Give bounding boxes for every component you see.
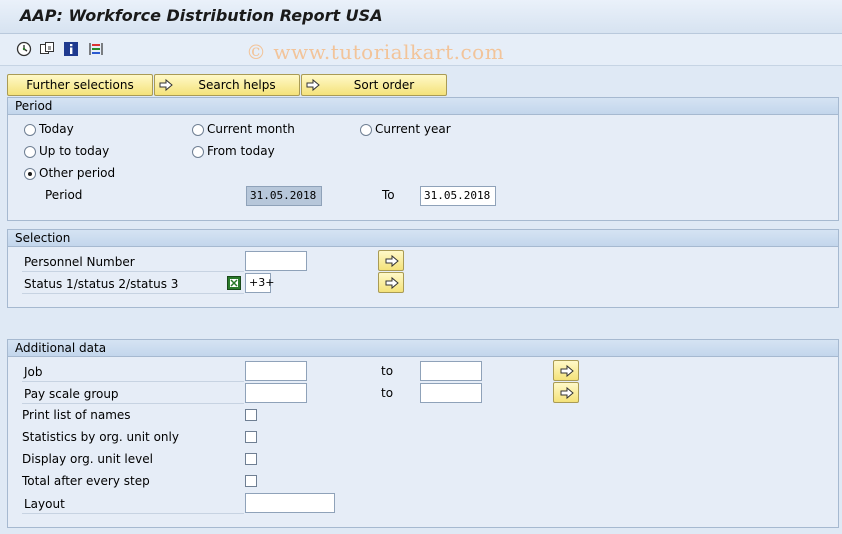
selection-group: Selection Personnel Number Status 1/stat… (7, 229, 839, 308)
arrow-right-icon (159, 78, 173, 92)
period-group-header: Period (8, 98, 838, 115)
info-icon[interactable] (63, 41, 79, 57)
layout-field[interactable] (245, 493, 335, 513)
window-title: AAP: Workforce Distribution Report USA (20, 6, 383, 25)
period-to-label: To (382, 188, 395, 202)
layout-label: Layout (24, 497, 65, 511)
up-to-today-radio[interactable] (24, 146, 36, 158)
additional-data-group: Additional data Job to Pay scale group t… (7, 339, 839, 528)
status-row: Status 1/status 2/status 3 (22, 274, 244, 294)
pay-scale-to-field[interactable] (420, 383, 482, 403)
job-to-label: to (381, 364, 394, 378)
application-toolbar: © www.tutorialkart.com (0, 34, 842, 66)
up-to-today-label: Up to today (39, 144, 110, 158)
personnel-multiple-selection-button[interactable] (378, 250, 404, 271)
selection-group-header: Selection (8, 230, 838, 247)
get-variant-icon[interactable] (39, 41, 55, 57)
arrow-right-icon (385, 254, 399, 268)
display-org-checkbox[interactable] (245, 453, 257, 465)
period-to-field[interactable]: 31.05.2018 (420, 186, 496, 206)
pay-scale-label: Pay scale group (24, 387, 119, 401)
selection-option-icon[interactable] (227, 276, 241, 290)
print-list-checkbox[interactable] (245, 409, 257, 421)
layout-row: Layout (22, 494, 244, 514)
period-from-field[interactable]: 31.05.2018 (246, 186, 322, 206)
search-helps-label: Search helps (198, 78, 276, 92)
today-label: Today (39, 122, 74, 136)
job-label: Job (24, 365, 43, 379)
today-radio[interactable] (24, 124, 36, 136)
arrow-right-icon (560, 364, 574, 378)
current-month-label: Current month (207, 122, 295, 136)
pay-scale-from-field[interactable] (245, 383, 307, 403)
current-year-radio[interactable] (360, 124, 372, 136)
arrow-right-icon (560, 386, 574, 400)
period-label: Period (45, 188, 83, 202)
current-year-label: Current year (375, 122, 451, 136)
personnel-number-row: Personnel Number (22, 252, 244, 272)
search-helps-button[interactable]: Search helps (154, 74, 300, 96)
personnel-number-field[interactable] (245, 251, 307, 271)
job-from-field[interactable] (245, 361, 307, 381)
further-selections-label: Further selections (26, 78, 134, 92)
job-row: Job (22, 362, 244, 382)
other-period-label: Other period (39, 166, 116, 180)
further-selections-button[interactable]: Further selections (7, 74, 153, 96)
stats-org-checkbox[interactable] (245, 431, 257, 443)
status-field[interactable]: +3+ (245, 273, 274, 293)
watermark-text: © www.tutorialkart.com (246, 40, 505, 64)
stats-org-label: Statistics by org. unit only (22, 430, 179, 444)
sort-order-button[interactable]: Sort order (301, 74, 447, 96)
pay-scale-to-label: to (381, 386, 394, 400)
status-label: Status 1/status 2/status 3 (24, 277, 179, 291)
arrow-right-icon (306, 78, 320, 92)
title-bar: AAP: Workforce Distribution Report USA (0, 0, 842, 34)
pay-scale-multiple-selection-button[interactable] (553, 382, 579, 403)
job-to-field[interactable] (420, 361, 482, 381)
execute-icon[interactable] (16, 41, 32, 57)
status-multiple-selection-button[interactable] (378, 272, 404, 293)
from-today-radio[interactable] (192, 146, 204, 158)
total-step-label: Total after every step (22, 474, 150, 488)
additional-data-group-header: Additional data (8, 340, 838, 357)
other-period-radio[interactable] (24, 168, 36, 180)
personnel-number-label: Personnel Number (24, 255, 135, 269)
from-today-label: From today (207, 144, 275, 158)
display-org-label: Display org. unit level (22, 452, 153, 466)
total-step-checkbox[interactable] (245, 475, 257, 487)
selection-options-icon[interactable] (88, 41, 104, 57)
arrow-right-icon (385, 276, 399, 290)
pay-scale-row: Pay scale group (22, 384, 244, 404)
print-list-label: Print list of names (22, 408, 131, 422)
current-month-radio[interactable] (192, 124, 204, 136)
period-group: Period Today Current month Current year … (7, 97, 839, 221)
sort-order-label: Sort order (353, 78, 415, 92)
job-multiple-selection-button[interactable] (553, 360, 579, 381)
